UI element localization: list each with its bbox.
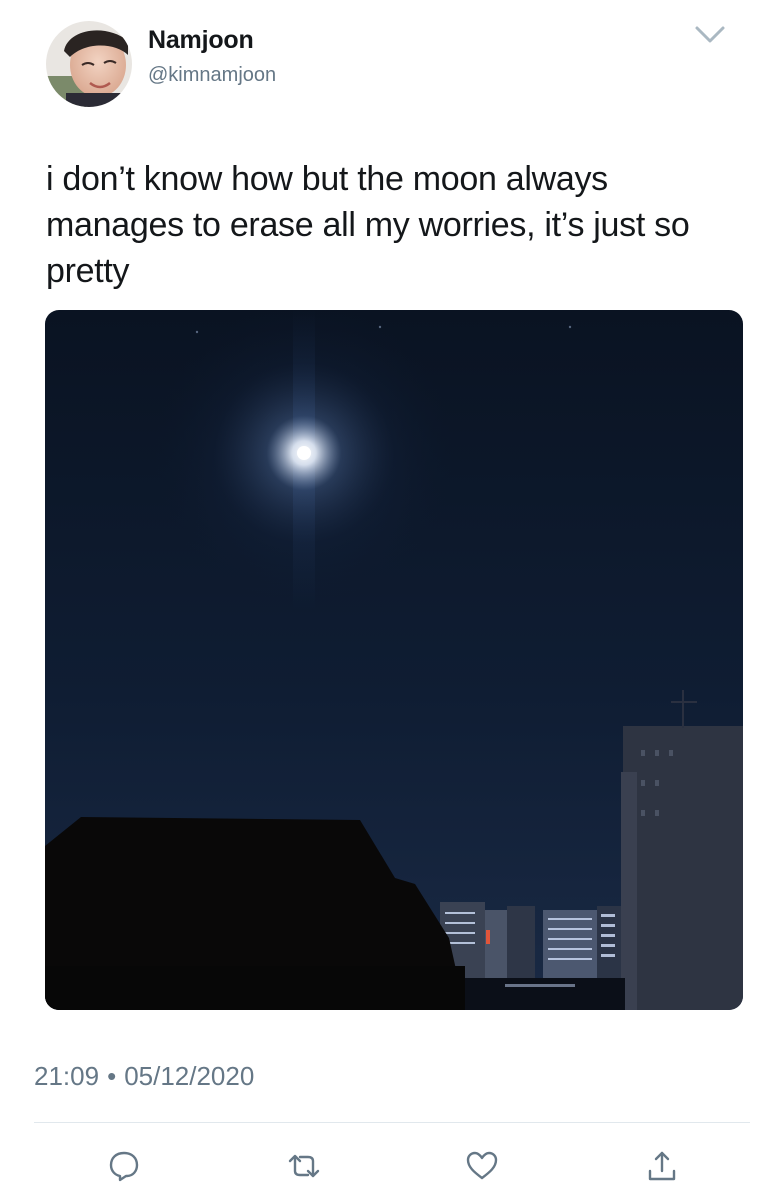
divider	[34, 1122, 750, 1123]
display-name[interactable]: Namjoon	[148, 26, 254, 55]
avatar-photo	[46, 21, 132, 107]
retweet-icon	[288, 1154, 320, 1178]
share-button[interactable]	[642, 1146, 682, 1186]
tweet-photo[interactable]	[45, 310, 743, 1010]
tweet-date: 05/12/2020	[124, 1061, 255, 1091]
timestamp[interactable]: 21:09 • 05/12/2020	[34, 1061, 254, 1092]
tweet-text: i don’t know how but the moon always man…	[46, 160, 690, 290]
reply-icon	[109, 1151, 139, 1182]
moon-skyline-image	[45, 310, 743, 1010]
retweet-button[interactable]	[284, 1146, 324, 1186]
more-options-button[interactable]	[692, 20, 728, 50]
like-button[interactable]	[462, 1146, 502, 1186]
tweet-time: 21:09	[34, 1061, 100, 1091]
reply-button[interactable]	[104, 1146, 144, 1186]
timestamp-separator: •	[107, 1061, 117, 1091]
handle[interactable]: @kimnamjoon	[148, 64, 276, 87]
chevron-down-icon	[695, 26, 725, 43]
avatar[interactable]	[46, 21, 132, 107]
share-icon	[648, 1151, 676, 1181]
heart-icon	[466, 1151, 498, 1180]
